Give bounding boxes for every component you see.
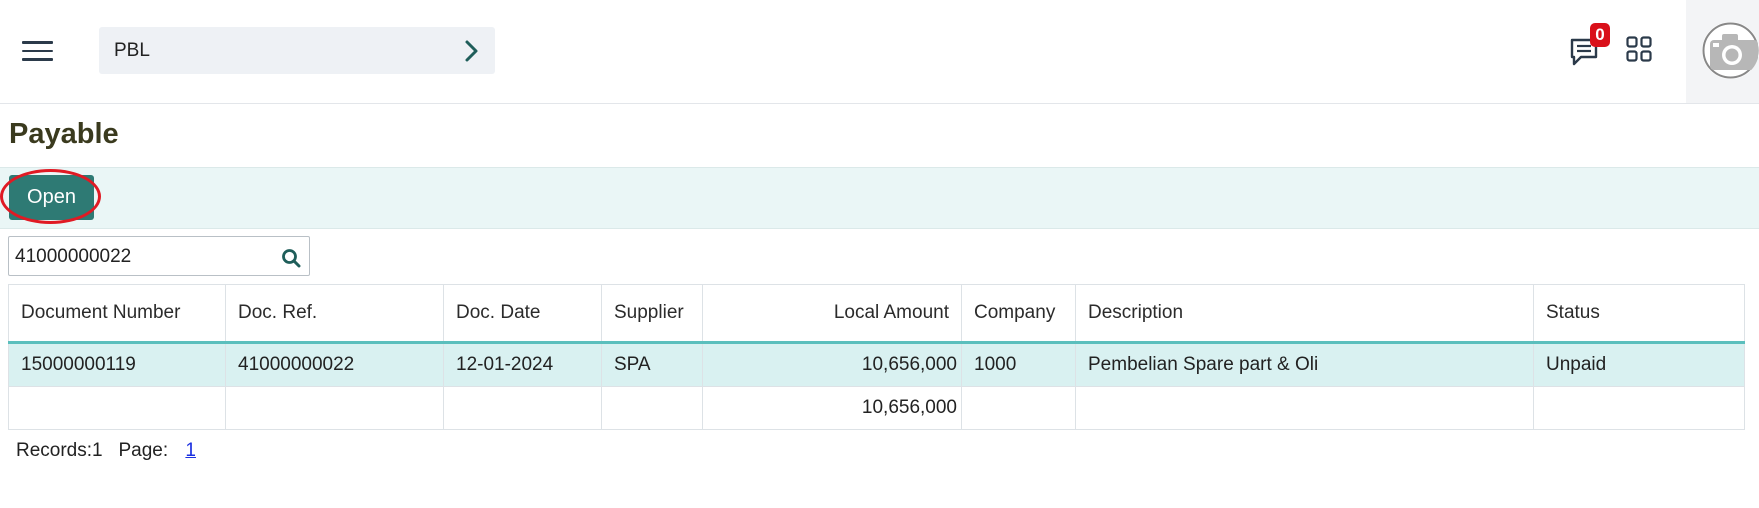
- table-row[interactable]: 15000000119 41000000022 12-01-2024 SPA 1…: [8, 342, 1745, 387]
- payable-table: Document Number Doc. Ref. Doc. Date Supp…: [8, 284, 1745, 430]
- avatar[interactable]: [1702, 22, 1759, 79]
- cell-document-number: 15000000119: [8, 342, 226, 387]
- breadcrumb[interactable]: PBL: [99, 27, 495, 74]
- notification-badge: 0: [1590, 23, 1610, 47]
- column-header[interactable]: Doc. Ref.: [225, 284, 444, 344]
- cell-doc-date: 12-01-2024: [443, 342, 602, 387]
- top-bar: PBL 0: [0, 0, 1759, 104]
- column-header[interactable]: Local Amount: [702, 284, 962, 344]
- menu-icon[interactable]: [22, 41, 53, 61]
- cell-local-amount: 10,656,000: [702, 342, 962, 387]
- total-row: 10,656,000: [8, 386, 1745, 430]
- column-header[interactable]: Company: [961, 284, 1076, 344]
- open-button[interactable]: Open: [9, 175, 94, 220]
- page-link-1[interactable]: 1: [185, 440, 196, 461]
- apps-grid-icon[interactable]: [1626, 36, 1652, 62]
- breadcrumb-label: PBL: [114, 40, 150, 61]
- total-local-amount: 10,656,000: [702, 386, 962, 430]
- column-header[interactable]: Description: [1075, 284, 1534, 344]
- search-field: [8, 236, 310, 276]
- cell-doc-ref: 41000000022: [225, 342, 444, 387]
- toolbar: Open: [0, 167, 1759, 229]
- chevron-right-icon: [465, 40, 478, 62]
- user-area: [1686, 0, 1759, 103]
- search-icon[interactable]: [281, 248, 301, 268]
- pagination-footer: Records:1 Page: 1: [16, 440, 196, 462]
- column-header[interactable]: Status: [1533, 284, 1745, 344]
- cell-description: Pembelian Spare part & Oli: [1075, 342, 1534, 387]
- table-header-row: Document Number Doc. Ref. Doc. Date Supp…: [8, 284, 1745, 344]
- camera-icon: [1702, 22, 1759, 79]
- column-header[interactable]: Doc. Date: [443, 284, 602, 344]
- page-title: Payable: [9, 118, 119, 150]
- page-label: Page:: [118, 440, 169, 461]
- cell-status: Unpaid: [1533, 342, 1745, 387]
- cell-supplier: SPA: [601, 342, 703, 387]
- records-count: Records:1: [16, 440, 103, 461]
- cell-company: 1000: [961, 342, 1076, 387]
- column-header[interactable]: Supplier: [601, 284, 703, 344]
- column-header[interactable]: Document Number: [8, 284, 226, 344]
- search-input[interactable]: [13, 243, 277, 271]
